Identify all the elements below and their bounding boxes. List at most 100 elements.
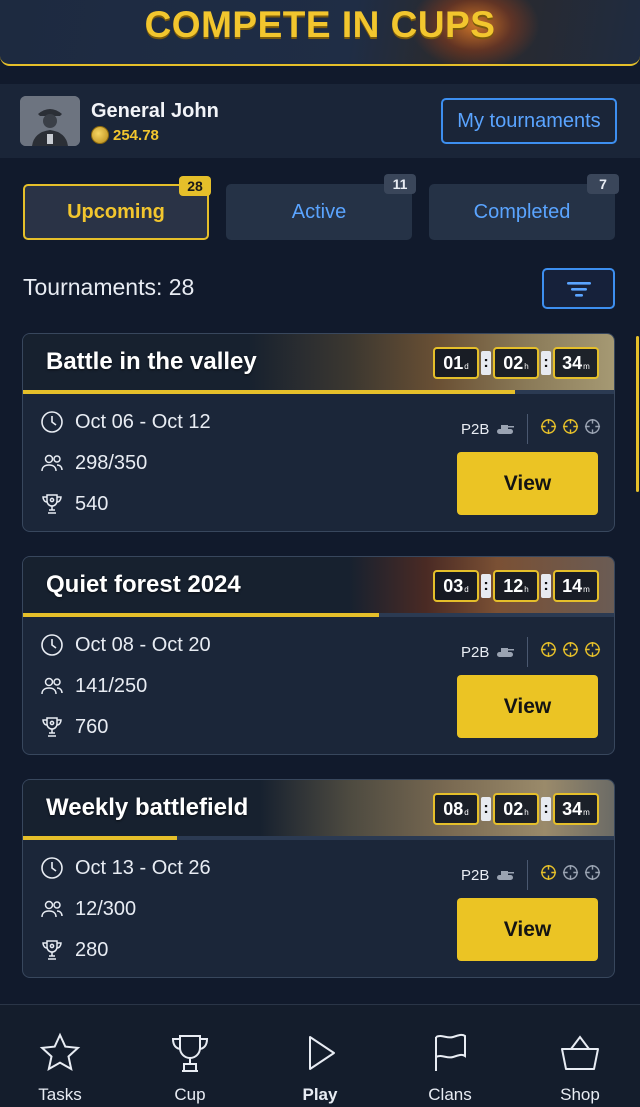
star-icon — [39, 1032, 81, 1071]
player-name: General John — [91, 100, 219, 122]
date-row: Oct 13 - Oct 26 — [40, 856, 211, 880]
nav-item-tasks[interactable]: Tasks — [0, 1005, 120, 1107]
tournament-meta: P2B — [461, 414, 601, 444]
difficulty-rating — [540, 418, 601, 440]
target-icon — [540, 641, 557, 663]
tournament-title: Battle in the valley — [46, 348, 257, 375]
nav-label: Play — [302, 1085, 338, 1104]
timer-days: 08 — [443, 799, 464, 819]
target-icon — [584, 418, 601, 440]
filter-button[interactable] — [542, 268, 615, 309]
timer-minutes: 14 — [562, 576, 583, 596]
clock-icon — [41, 634, 63, 656]
target-icon — [540, 864, 557, 886]
date-row: Oct 06 - Oct 12 — [40, 410, 211, 434]
tab-badge: 7 — [587, 174, 619, 194]
tab-completed[interactable]: Completed 7 — [429, 174, 619, 240]
timer-hours: 02 — [503, 799, 524, 819]
progress-bar — [23, 613, 614, 617]
header-banner: COMPETE IN CUPS — [0, 0, 640, 66]
tournament-meta: P2B — [461, 860, 601, 890]
tournament-count: Tournaments: 28 — [23, 274, 195, 300]
prize-row: 760 — [40, 715, 108, 739]
users-icon — [41, 677, 63, 695]
tournament-meta: P2B — [461, 637, 601, 667]
countdown-timer: 08 d : 02 h : 34 m — [433, 793, 599, 825]
tab-badge: 11 — [384, 174, 416, 194]
countdown-timer: 03 d : 12 h : 14 m — [433, 570, 599, 602]
target-icon — [540, 418, 557, 440]
tournament-prize: 760 — [75, 715, 109, 738]
timer-hours: 12 — [503, 576, 524, 596]
page-title: COMPETE IN CUPS — [144, 4, 496, 45]
mode-label: P2B — [461, 420, 490, 438]
players-row: 141/250 — [40, 674, 147, 698]
target-icon — [562, 418, 579, 440]
card-header: Quiet forest 2024 03 d : 12 h : 14 m — [23, 557, 614, 617]
tab-label: Upcoming — [67, 200, 165, 223]
trophy-icon — [42, 717, 62, 737]
nav-label: Clans — [428, 1085, 472, 1104]
nav-label: Cup — [174, 1085, 206, 1104]
trophy-icon — [42, 940, 62, 960]
card-header: Weekly battlefield 08 d : 02 h : 34 m — [23, 780, 614, 840]
users-icon — [41, 900, 63, 918]
avatar[interactable] — [20, 96, 80, 146]
flag-icon — [435, 1033, 466, 1071]
tank-icon — [497, 648, 515, 657]
progress-bar — [23, 836, 614, 840]
profile-row: General John 254.78 My tournaments — [0, 84, 640, 158]
players-row: 298/350 — [40, 451, 147, 475]
tab-label: Completed — [473, 200, 571, 223]
tab-upcoming[interactable]: Upcoming 28 — [23, 176, 211, 240]
tournament-dates: Oct 13 - Oct 26 — [75, 856, 211, 879]
nav-item-cup[interactable]: Cup — [130, 1005, 250, 1107]
play-icon — [309, 1036, 335, 1070]
clock-icon — [41, 411, 63, 433]
timer-minutes: 34 — [562, 353, 583, 373]
timer-minutes: 34 — [562, 799, 583, 819]
view-button[interactable]: View — [457, 675, 598, 738]
tournament-card: Weekly battlefield 08 d : 02 h : 34 m Oct 1… — [22, 779, 615, 978]
users-icon — [41, 454, 63, 472]
nav-item-play[interactable]: Play — [260, 1005, 380, 1107]
tournament-players: 298/350 — [75, 451, 148, 474]
tournament-dates: Oct 08 - Oct 20 — [75, 633, 211, 656]
my-tournaments-button[interactable]: My tournaments — [441, 98, 617, 144]
nav-item-clans[interactable]: Clans — [390, 1005, 510, 1107]
trophy-icon — [42, 494, 62, 514]
target-icon — [584, 641, 601, 663]
trophy-icon — [171, 1035, 209, 1072]
scrollbar[interactable] — [636, 336, 639, 492]
tournament-players: 12/300 — [75, 897, 137, 920]
bottom-nav: Tasks Cup Play Clans Shop — [0, 1004, 640, 1107]
coin-balance: 254.78 — [91, 126, 159, 144]
date-row: Oct 08 - Oct 20 — [40, 633, 211, 657]
difficulty-rating — [540, 641, 601, 663]
timer-days: 03 — [443, 576, 464, 596]
timer-days: 01 — [443, 353, 464, 373]
progress-bar — [23, 390, 614, 394]
target-icon — [562, 641, 579, 663]
tab-label: Active — [291, 200, 347, 223]
nav-label: Tasks — [38, 1085, 82, 1104]
tab-active[interactable]: Active 11 — [226, 174, 416, 240]
countdown-timer: 01 d : 02 h : 34 m — [433, 347, 599, 379]
tank-icon — [497, 425, 515, 434]
coin-value: 254.78 — [113, 126, 159, 144]
target-icon — [562, 864, 579, 886]
basket-icon — [561, 1035, 599, 1070]
prize-row: 540 — [40, 492, 108, 516]
view-button[interactable]: View — [457, 898, 598, 961]
mode-label: P2B — [461, 643, 490, 661]
view-button[interactable]: View — [457, 452, 598, 515]
mode-label: P2B — [461, 866, 490, 884]
tournament-card: Quiet forest 2024 03 d : 12 h : 14 m Oct 08… — [22, 556, 615, 755]
tank-icon — [497, 871, 515, 880]
tournament-title: Weekly battlefield — [46, 794, 249, 821]
card-header: Battle in the valley 01 d : 02 h : 34 m — [23, 334, 614, 394]
tournament-card: Battle in the valley 01 d : 02 h : 34 m Oct… — [22, 333, 615, 532]
tournament-players: 141/250 — [75, 674, 148, 697]
nav-item-shop[interactable]: Shop — [520, 1005, 640, 1107]
target-icon — [584, 864, 601, 886]
